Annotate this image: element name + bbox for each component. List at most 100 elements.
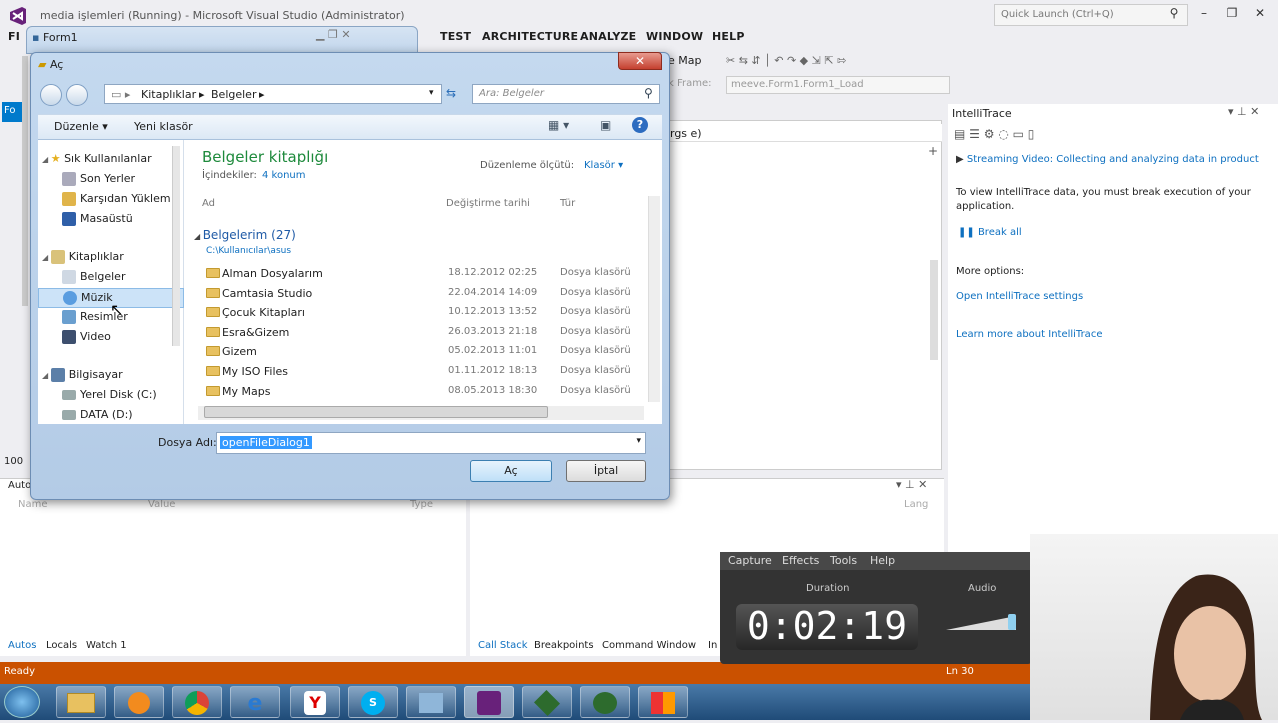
- recorder-menu-capture[interactable]: Capture: [728, 554, 772, 567]
- tab-breakpoints[interactable]: Breakpoints: [534, 640, 594, 651]
- taskbar-yandex-icon[interactable]: Y: [290, 686, 340, 718]
- nav-downloads[interactable]: Karşıdan Yüklem: [38, 190, 184, 210]
- restore-icon[interactable]: ❐: [1222, 6, 1242, 22]
- file-row[interactable]: Esra&Gizem 26.03.2013 21:18 Dosya klasörü: [194, 325, 640, 345]
- new-folder-button[interactable]: Yeni klasör: [134, 120, 193, 133]
- quick-launch-input[interactable]: Quick Launch (Ctrl+Q): [994, 4, 1188, 26]
- bottom-panel-controls-icon[interactable]: ▾ ⊥ ✕: [896, 478, 927, 491]
- breadcrumb-arrow-icon[interactable]: ▸: [199, 88, 205, 101]
- taskbar-ie-icon[interactable]: e: [230, 686, 280, 718]
- arrange-dropdown[interactable]: Klasör ▾: [584, 160, 623, 171]
- filename-dropdown-icon[interactable]: ▾: [636, 436, 641, 446]
- nav-video[interactable]: Video: [38, 328, 184, 348]
- menu-analyze[interactable]: ANALYZE: [580, 30, 636, 43]
- includes-link[interactable]: 4 konum: [262, 170, 306, 181]
- recorder-menu-tools[interactable]: Tools: [830, 554, 857, 567]
- tab-watch1[interactable]: Watch 1: [86, 640, 127, 651]
- left-tab-partial[interactable]: Fo: [2, 102, 22, 122]
- help-icon[interactable]: ?: [632, 117, 648, 133]
- close-icon[interactable]: ✕: [1250, 6, 1270, 22]
- taskbar-explorer-icon[interactable]: [56, 686, 106, 718]
- taskbar-camtasia-icon[interactable]: [522, 686, 572, 718]
- menu-window[interactable]: WINDOW: [646, 30, 703, 43]
- tab-autos[interactable]: Autos: [8, 640, 36, 651]
- organize-button[interactable]: Düzenle ▾: [54, 120, 108, 133]
- forward-button[interactable]: [66, 84, 88, 106]
- form1-window-controls-icon[interactable]: ▁ ❐ ✕: [316, 28, 351, 41]
- column-date[interactable]: Değiştirme tarihi: [446, 198, 530, 209]
- editor-method-bar[interactable]: [666, 124, 942, 142]
- code-map-button[interactable]: e Map: [668, 54, 701, 67]
- taskbar-network-icon[interactable]: [406, 686, 456, 718]
- menu-architecture[interactable]: ARCHITECTURE: [482, 30, 578, 43]
- toolbar-icons[interactable]: ✂ ⇆ ⇵ │ ↶ ↷ ◆ ⇲ ⇱ ⇰: [726, 54, 956, 70]
- nav-libraries[interactable]: ◢ Kitaplıklar: [38, 248, 184, 268]
- nav-recent-places[interactable]: Son Yerler: [38, 170, 184, 190]
- view-options-icon[interactable]: ▦ ▾: [548, 118, 569, 132]
- refresh-icon[interactable]: ⇆: [446, 86, 456, 100]
- address-bar[interactable]: ▭ ▸ Kitaplıklar ▸ Belgeler ▸ ▾: [104, 84, 442, 104]
- taskbar-recorder-icon[interactable]: [580, 686, 630, 718]
- file-row[interactable]: Alman Dosyalarım 18.12.2012 02:25 Dosya kl…: [194, 266, 640, 286]
- breadcrumb-arrow2-icon[interactable]: ▸: [259, 88, 265, 101]
- nav-documents[interactable]: Belgeler: [38, 268, 184, 288]
- column-name[interactable]: Ad: [202, 198, 215, 209]
- tab-locals[interactable]: Locals: [46, 640, 77, 651]
- nav-data-disk[interactable]: DATA (D:): [38, 406, 184, 426]
- file-row[interactable]: My Maps 08.05.2013 18:30 Dosya klasörü: [194, 384, 640, 404]
- cancel-button[interactable]: İptal: [566, 460, 646, 482]
- taskbar-visual-studio-icon[interactable]: [464, 686, 514, 718]
- form1-window[interactable]: [26, 26, 418, 54]
- filename-input[interactable]: openFileDialog1 ▾: [216, 432, 646, 454]
- file-row[interactable]: Camtasia Studio 22.04.2014 14:09 Dosya kla…: [194, 286, 640, 306]
- file-row[interactable]: Çocuk Kitapları 10.12.2013 13:52 Dosya kla…: [194, 305, 640, 325]
- file-row[interactable]: My ISO Files 01.11.2012 18:13 Dosya klasör…: [194, 364, 640, 384]
- recorder-menu-effects[interactable]: Effects: [782, 554, 819, 567]
- tab-command-window[interactable]: Command Window: [602, 640, 696, 651]
- menu-test[interactable]: TEST: [440, 30, 471, 43]
- tab-immediate-partial[interactable]: In: [708, 640, 717, 651]
- panel-controls-icon[interactable]: ▾ ⊥ ✕: [1228, 105, 1259, 118]
- menu-help[interactable]: HELP: [712, 30, 745, 43]
- expand-icon[interactable]: +: [928, 144, 938, 158]
- open-button[interactable]: Aç: [470, 460, 552, 482]
- open-settings-link[interactable]: Open IntelliTrace settings: [956, 291, 1083, 302]
- file-list-scrollbar[interactable]: [648, 196, 660, 402]
- zoom-level[interactable]: 100: [4, 456, 23, 467]
- search-input[interactable]: Ara: Belgeler: [472, 84, 660, 104]
- code-editor[interactable]: [666, 120, 942, 470]
- taskbar-media-player-icon[interactable]: [114, 686, 164, 718]
- taskbar-chrome-icon[interactable]: [172, 686, 222, 718]
- nav-computer[interactable]: ◢ Bilgisayar: [38, 366, 184, 386]
- nav-scrollbar[interactable]: [172, 146, 180, 346]
- nav-desktop[interactable]: Masaüstü: [38, 210, 184, 230]
- file-row[interactable]: Gizem 05.02.2013 11:01 Dosya klasörü: [194, 344, 640, 364]
- menu-file-partial[interactable]: FI: [8, 30, 20, 43]
- editor-scrollbar[interactable]: [930, 260, 938, 360]
- intellitrace-toolbar[interactable]: ▤ ☰ ⚙ ◌ ▭ ▯: [954, 127, 1034, 141]
- column-type[interactable]: Tür: [560, 198, 575, 209]
- taskbar-skype-icon[interactable]: S: [348, 686, 398, 718]
- search-icon[interactable]: ⚲: [1164, 6, 1184, 22]
- back-button[interactable]: [40, 84, 62, 106]
- taskbar-office-icon[interactable]: [638, 686, 688, 718]
- preview-pane-icon[interactable]: ▣: [600, 118, 611, 132]
- break-all-link[interactable]: ❚❚ Break all: [958, 227, 1022, 238]
- group-path[interactable]: C:\Kullanıcılar\asus: [206, 246, 291, 256]
- horizontal-scrollbar[interactable]: [198, 406, 644, 420]
- address-dropdown-icon[interactable]: ▾: [429, 88, 434, 98]
- audio-level-slider[interactable]: [946, 612, 1024, 632]
- tab-call-stack[interactable]: Call Stack: [478, 640, 528, 651]
- dialog-close-button[interactable]: ✕: [618, 52, 662, 70]
- recorder-menu-help[interactable]: Help: [870, 554, 895, 567]
- breadcrumb-libraries[interactable]: Kitaplıklar: [141, 88, 196, 101]
- learn-more-link[interactable]: Learn more about IntelliTrace: [956, 329, 1102, 340]
- nav-local-disk[interactable]: Yerel Disk (C:): [38, 386, 184, 406]
- stack-frame-select[interactable]: meeve.Form1.Form1_Load: [726, 76, 950, 94]
- start-button[interactable]: [4, 686, 40, 718]
- minimize-icon[interactable]: –: [1194, 6, 1214, 22]
- streaming-video-link[interactable]: ▶ Streaming Video: Collecting and analyz…: [956, 154, 1274, 165]
- breadcrumb-documents[interactable]: Belgeler: [211, 88, 256, 101]
- nav-favorites[interactable]: ◢ ★ Sık Kullanılanlar: [38, 150, 184, 170]
- group-header[interactable]: ◢ Belgelerim (27): [194, 228, 296, 242]
